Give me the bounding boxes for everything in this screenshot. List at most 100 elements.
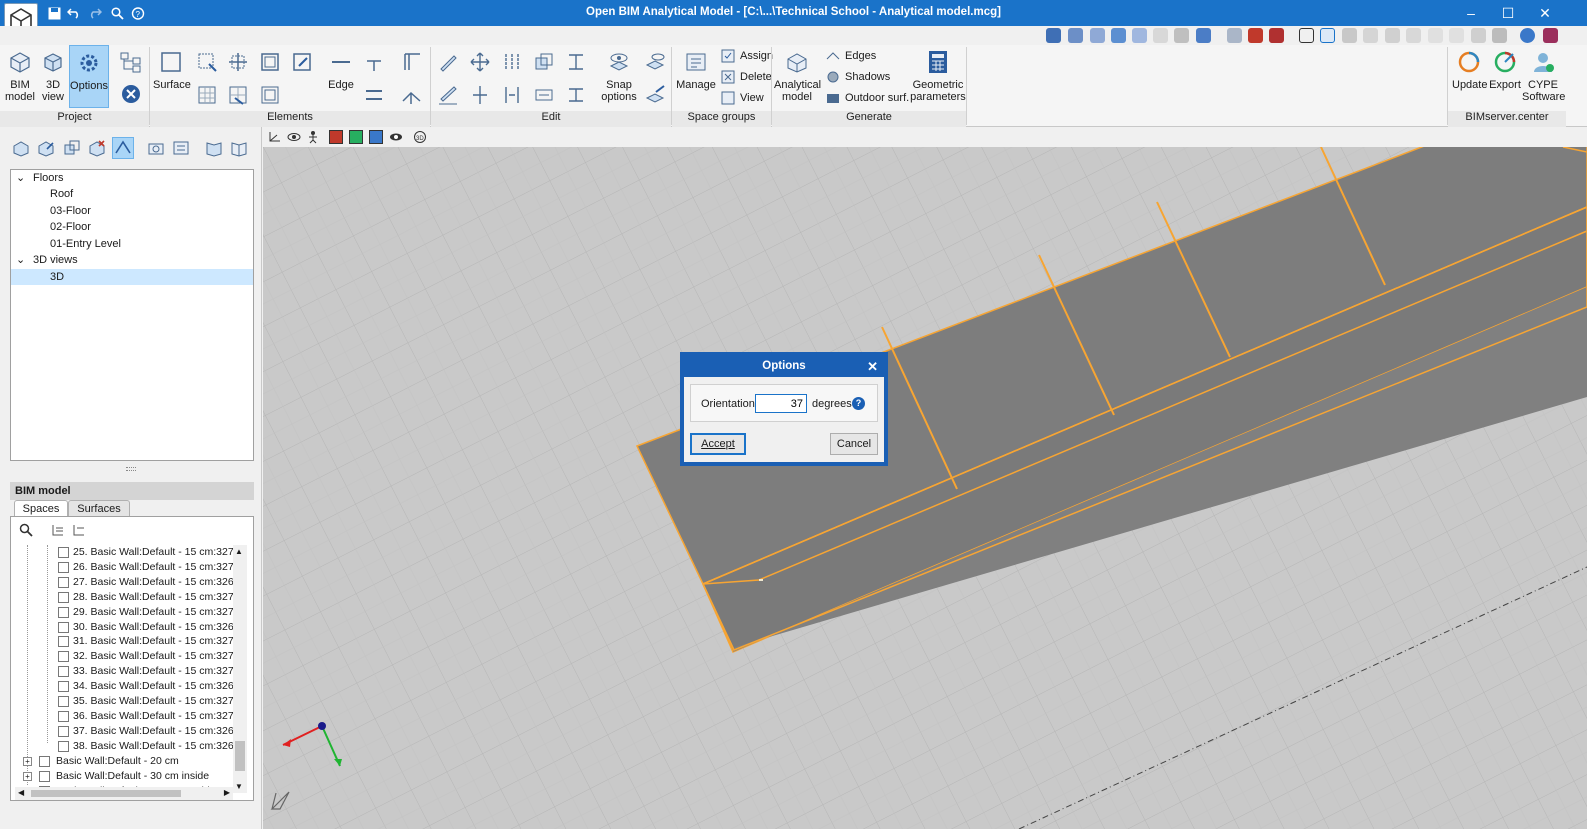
layers-icon[interactable] [1227, 28, 1242, 43]
orientation-input[interactable] [755, 394, 807, 413]
cancel-circle-icon[interactable] [116, 80, 146, 108]
expand-all-icon[interactable] [51, 523, 67, 539]
expand-icon[interactable]: + [23, 772, 32, 781]
edge-button[interactable]: Edge [325, 48, 357, 91]
list-item[interactable]: 26. Basic Wall:Default - 15 cm:327847 [73, 560, 233, 575]
surface-pencil-icon[interactable] [287, 48, 317, 76]
pencil-line-icon[interactable] [433, 81, 463, 109]
mirror-icon[interactable] [497, 48, 527, 76]
grid-toggle-icon[interactable] [1320, 28, 1335, 43]
surface-edit-icon[interactable] [255, 48, 285, 76]
list-item[interactable]: 34. Basic Wall:Default - 15 cm:326129 [73, 679, 233, 694]
row-checkbox[interactable] [58, 547, 69, 558]
tree-item-floor[interactable]: 03-Floor [11, 203, 253, 219]
list-group[interactable]: Basic Wall:Default - 30 cm inside [56, 769, 232, 784]
hierarchy-icon[interactable] [116, 48, 146, 76]
view-3d-button[interactable]: 3D view [38, 48, 68, 103]
view-tool-icon[interactable] [112, 137, 134, 159]
row-checkbox[interactable] [58, 607, 69, 618]
color-mode-icon[interactable] [329, 130, 343, 144]
list-item[interactable]: 36. Basic Wall:Default - 15 cm:327846 [73, 709, 233, 724]
align-icon[interactable] [561, 48, 591, 76]
row-checkbox[interactable] [58, 636, 69, 647]
scroll-left-icon[interactable]: ◀ [18, 788, 24, 797]
move-vertical-icon[interactable] [465, 81, 495, 109]
hscrollbar-thumb[interactable] [31, 790, 181, 797]
close-icon[interactable]: ✕ [867, 356, 878, 377]
zoom-in-icon[interactable] [1090, 28, 1105, 43]
row-checkbox[interactable] [58, 666, 69, 677]
book-icon[interactable] [203, 137, 225, 159]
copy-icon[interactable] [529, 48, 559, 76]
tree-item-floor[interactable]: Roof [11, 186, 253, 202]
tab-surfaces[interactable]: Surfaces [68, 500, 130, 516]
scroll-right-icon[interactable]: ▶ [224, 788, 230, 797]
update-button[interactable]: Update [1452, 48, 1487, 91]
assign-button[interactable]: Assign [720, 47, 773, 65]
list-item[interactable]: 29. Basic Wall:Default - 15 cm:327847 [73, 605, 233, 620]
visibility-icon[interactable] [389, 130, 403, 144]
row-checkbox[interactable] [58, 562, 69, 573]
list-item[interactable]: 32. Basic Wall:Default - 15 cm:327862 [73, 649, 233, 664]
bim-model-button[interactable]: BIM model [4, 48, 36, 103]
grid-cut-icon[interactable] [223, 81, 253, 109]
edit-floor-icon[interactable] [35, 137, 57, 159]
cycle-icon[interactable] [1428, 28, 1443, 43]
row-checkbox[interactable] [58, 681, 69, 692]
expand-icon[interactable]: + [23, 757, 32, 766]
delete-button[interactable]: Delete [720, 68, 772, 86]
list-item[interactable]: 38. Basic Wall:Default - 15 cm:326129 [73, 739, 233, 754]
row-checkbox[interactable] [58, 651, 69, 662]
collapse-all-icon[interactable] [72, 523, 88, 539]
splitter-grip[interactable] [126, 467, 136, 471]
pan-hand-icon[interactable] [1153, 28, 1168, 43]
row-checkbox[interactable] [58, 622, 69, 633]
walk-icon[interactable] [306, 130, 320, 144]
surface-split-icon[interactable] [223, 48, 253, 76]
row-checkbox[interactable] [58, 577, 69, 588]
maximize-button[interactable]: ☐ [1490, 0, 1526, 26]
grid-red-icon[interactable] [1248, 28, 1263, 43]
view-button[interactable]: View [720, 89, 764, 107]
zoom-out-icon[interactable] [1132, 28, 1147, 43]
single-window-icon[interactable] [1299, 28, 1314, 43]
zoom-window-icon[interactable] [1046, 28, 1061, 43]
row-checkbox[interactable] [58, 726, 69, 737]
scroll-down-icon[interactable]: ▼ [235, 782, 243, 791]
list-item[interactable]: 37. Basic Wall:Default - 15 cm:326129 [73, 724, 233, 739]
horizontal-scrollbar[interactable]: ◀ ▶ [15, 787, 233, 800]
tree-item-floors[interactable]: ⌄ Floors [11, 170, 253, 186]
geometric-parameters-button[interactable]: Geometric parameters [910, 48, 966, 103]
outdoor-surf-button[interactable]: Outdoor surf. [825, 89, 909, 107]
cancel-button[interactable]: Cancel [830, 433, 878, 455]
tab-spaces[interactable]: Spaces [14, 500, 68, 516]
move-icon[interactable] [465, 48, 495, 76]
texture-mode-icon[interactable] [349, 130, 363, 144]
wall-tool-icon[interactable] [396, 48, 426, 76]
distance-icon[interactable] [529, 81, 559, 109]
close-window-button[interactable]: ✕ [1527, 0, 1563, 26]
eye-icon[interactable] [287, 130, 301, 144]
grid-frame-icon[interactable] [255, 81, 285, 109]
manage-button[interactable]: Manage [676, 48, 716, 91]
list-item[interactable]: 33. Basic Wall:Default - 15 cm:327846 [73, 664, 233, 679]
tree-item-3d-view-selected[interactable]: 3D [11, 269, 253, 285]
camera-list-icon[interactable] [170, 137, 192, 159]
view-select-icon[interactable] [1196, 28, 1211, 43]
keyboard-icon[interactable] [1363, 28, 1378, 43]
scroll-up-icon[interactable]: ▲ [235, 547, 243, 556]
cube-icon[interactable] [1543, 28, 1558, 43]
row-checkbox[interactable] [58, 741, 69, 752]
snap-edit-icon[interactable] [640, 81, 670, 109]
surface-button[interactable]: Surface [153, 48, 191, 91]
row-checkbox[interactable] [39, 771, 50, 782]
add-floor-icon[interactable] [10, 137, 32, 159]
edge-parallel-icon[interactable] [359, 81, 389, 109]
options-button[interactable]: Options [69, 45, 109, 108]
comment-icon[interactable] [1471, 28, 1486, 43]
grid-surface-icon[interactable] [192, 81, 222, 109]
globe-icon[interactable] [1520, 28, 1535, 43]
camera-icon[interactable] [145, 137, 167, 159]
refresh-view-icon[interactable] [1111, 28, 1126, 43]
edge-corner-icon[interactable] [359, 48, 389, 76]
